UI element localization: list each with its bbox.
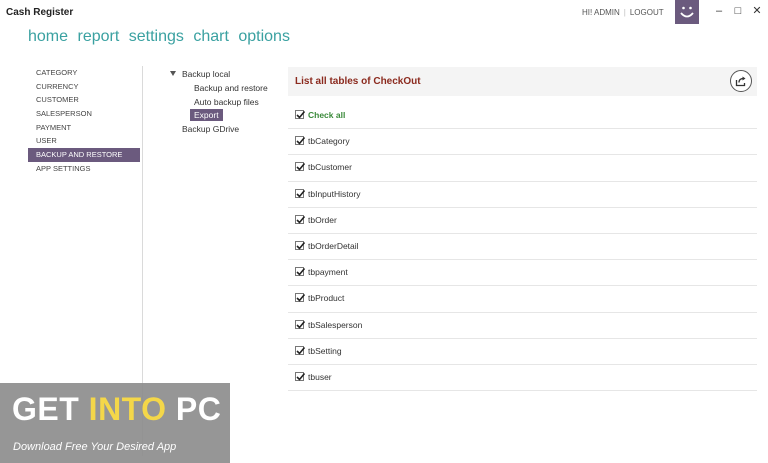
table-row[interactable]: tbOrderDetail [288,234,757,261]
checkbox[interactable] [295,267,306,277]
table-row[interactable]: tbpayment [288,260,757,287]
watermark-pc: PC [175,391,222,427]
export-button[interactable] [730,70,752,92]
table-checklist: Check all tbCategory tbCustomer tbInputH… [288,103,757,392]
check-all-label: Check all [308,110,346,120]
menu-item-currency[interactable]: CURRENCY [28,80,140,94]
table-row[interactable]: tbSalesperson [288,313,757,339]
menu-item-category[interactable]: CATEGORY [28,66,140,80]
title-bar: Cash Register HI! ADMIN | LOGOUT – □ ✕ [0,0,768,24]
table-row[interactable]: tbProduct [288,286,757,313]
smiley-logo-icon [675,0,699,24]
user-area: HI! ADMIN | LOGOUT [582,8,664,17]
watermark-tagline: Download Free Your Desired App [13,441,177,453]
table-name: tbProduct [308,293,345,304]
tree-node-auto-backup-files[interactable]: Auto backup files [194,97,259,107]
settings-menu: CATEGORY CURRENCY CUSTOMER SALESPERSON P… [28,66,140,176]
menu-item-salesperson[interactable]: SALESPERSON [28,107,140,121]
table-row[interactable]: tbuser [288,365,757,392]
tree-node-backup-gdrive[interactable]: Backup GDrive [182,124,239,134]
panel-title: List all tables of CheckOut [295,76,421,87]
panel-header: List all tables of CheckOut [288,67,757,96]
checkbox[interactable] [295,319,306,329]
table-name: tbOrderDetail [308,240,359,251]
maximize-button[interactable]: □ [731,4,745,18]
nav-options[interactable]: options [238,28,290,45]
table-row[interactable]: tbCategory [288,129,757,156]
watermark-banner: GET INTO PC Download Free Your Desired A… [0,383,230,463]
watermark-get: GET [12,391,80,427]
table-name: tbCategory [308,136,350,147]
checkbox[interactable] [295,293,306,303]
table-name: tbCustomer [308,162,352,173]
checkbox[interactable] [295,188,306,198]
close-button[interactable]: ✕ [750,4,764,18]
checkbox[interactable] [295,371,306,381]
minimize-button[interactable]: – [712,4,726,18]
menu-item-user[interactable]: USER [28,134,140,148]
separator: | [623,8,626,17]
table-row[interactable]: tbOrder [288,208,757,234]
table-name: tbOrder [308,214,337,225]
table-name: tbSetting [308,345,342,356]
check-all-row[interactable]: Check all [288,103,757,130]
expand-arrow-icon[interactable] [170,71,176,76]
nav-chart[interactable]: chart [193,28,229,45]
nav-settings[interactable]: settings [129,28,184,45]
table-row[interactable]: tbInputHistory [288,182,757,208]
checkbox[interactable] [295,345,306,355]
checkbox[interactable] [295,162,306,172]
top-navigation: home report settings chart options [28,28,295,46]
nav-home[interactable]: home [28,28,68,45]
app-title: Cash Register [6,7,74,18]
table-row[interactable]: tbSetting [288,339,757,365]
checkbox[interactable] [295,110,306,119]
menu-item-backup-and-restore[interactable]: BACKUP AND RESTORE [28,148,140,162]
table-row[interactable]: tbCustomer [288,155,757,182]
menu-item-customer[interactable]: CUSTOMER [28,93,140,107]
table-name: tbuser [308,371,332,382]
nav-report[interactable]: report [77,28,119,45]
checkbox[interactable] [295,214,306,224]
tree-node-backup-local[interactable]: Backup local [182,69,230,79]
logout-link[interactable]: LOGOUT [630,8,664,17]
watermark-into: INTO [88,391,167,427]
table-name: tbSalesperson [308,319,363,330]
tree-node-export[interactable]: Export [190,109,223,121]
watermark-title: GET INTO PC [12,391,221,428]
checkbox[interactable] [295,240,306,250]
tree-node-backup-and-restore[interactable]: Backup and restore [194,83,268,93]
table-name: tbpayment [308,267,348,278]
table-name: tbInputHistory [308,188,361,199]
user-greeting: HI! ADMIN [582,8,620,17]
menu-item-payment[interactable]: PAYMENT [28,121,140,135]
share-export-icon [735,76,746,87]
menu-item-app-settings[interactable]: APP SETTINGS [28,162,140,176]
checkbox[interactable] [295,136,306,146]
